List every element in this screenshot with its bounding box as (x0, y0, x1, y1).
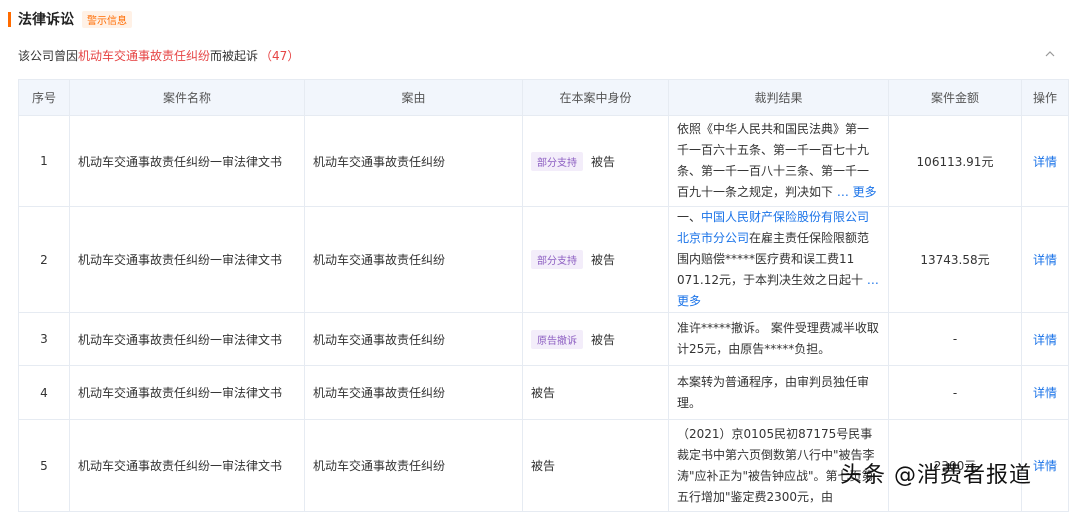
accent-bar (8, 11, 11, 27)
warning-tag: 警示信息 (82, 10, 132, 28)
detail-link[interactable]: 详情 (1033, 253, 1057, 267)
cell-amount: 13743.58元 (888, 206, 1022, 313)
cell-case-name: 机动车交通事故责任纠纷一审法律文书 (69, 365, 305, 420)
col-header-index: 序号 (18, 79, 70, 116)
chevron-up-icon[interactable] (1044, 48, 1056, 60)
cell-index: 2 (18, 206, 70, 313)
cell-amount: - (888, 312, 1022, 366)
cell-cause: 机动车交通事故责任纠纷 (304, 365, 523, 420)
cell-index: 1 (18, 115, 70, 207)
col-header-role: 在本案中身份 (522, 79, 669, 116)
col-header-case-name: 案件名称 (69, 79, 305, 116)
cell-role: 被告 (522, 365, 669, 420)
detail-link[interactable]: 详情 (1033, 459, 1057, 473)
detail-link[interactable]: 详情 (1033, 386, 1057, 400)
role-badge: 部分支持 (531, 151, 583, 171)
detail-link[interactable]: 详情 (1033, 333, 1057, 347)
cell-index: 4 (18, 365, 70, 420)
table-header-row: 序号 案件名称 案由 在本案中身份 裁判结果 案件金额 操作 (18, 79, 1069, 116)
detail-link[interactable]: 详情 (1033, 155, 1057, 169)
cell-cause: 机动车交通事故责任纠纷 (304, 115, 523, 207)
table-row: 2 机动车交通事故责任纠纷一审法律文书 机动车交通事故责任纠纷 部分支持 被告 一… (18, 206, 1069, 313)
cell-action: 详情 (1021, 206, 1069, 313)
summary-prefix: 该公司曾因 (18, 49, 79, 63)
summary-cause-link[interactable]: 机动车交通事故责任纠纷 (78, 49, 210, 63)
cell-action: 详情 (1021, 312, 1069, 366)
result-text: 准许*****撤诉。 案件受理费减半收取计25元，由原告*****负担。 (677, 321, 879, 356)
result-text: 本案转为普通程序，由审判员独任审理。 (677, 374, 870, 410)
table-row: 1 机动车交通事故责任纠纷一审法律文书 机动车交通事故责任纠纷 部分支持 被告 依… (18, 115, 1069, 207)
cell-cause: 机动车交通事故责任纠纷 (304, 206, 523, 313)
cell-index: 5 (18, 419, 70, 512)
cell-case-name: 机动车交通事故责任纠纷一审法律文书 (69, 312, 305, 366)
cell-role: 被告 (522, 419, 669, 512)
cell-case-name: 机动车交通事故责任纠纷一审法律文书 (69, 419, 305, 512)
cell-role: 部分支持 被告 (522, 115, 669, 207)
cell-amount: - (888, 365, 1022, 420)
cell-result: 依照《中华人民共和国民法典》第一千一百六十五条、第一千一百七十九条、第一千一百八… (668, 115, 889, 207)
cell-case-name: 机动车交通事故责任纠纷一审法律文书 (69, 115, 305, 207)
lawsuit-summary: 该公司曾因机动车交通事故责任纠纷而被起诉 （47） (18, 47, 299, 64)
role-badge: 部分支持 (531, 250, 583, 269)
more-link[interactable]: … 更多 (837, 185, 877, 199)
cell-role: 原告撤诉 被告 (522, 312, 669, 366)
section-header: 法律诉讼 警示信息 (8, 10, 132, 28)
cell-amount: 106113.91元 (888, 115, 1022, 207)
role-text: 被告 (591, 154, 616, 169)
col-header-cause: 案由 (304, 79, 523, 116)
col-header-result: 裁判结果 (668, 79, 889, 116)
result-prefix: 一、 (677, 210, 702, 224)
role-text: 被告 (591, 332, 616, 347)
cell-cause: 机动车交通事故责任纠纷 (304, 419, 523, 512)
cell-result: 本案转为普通程序，由审判员独任审理。 (668, 365, 889, 420)
cases-table: 序号 案件名称 案由 在本案中身份 裁判结果 案件金额 操作 1 机动车交通事故… (18, 79, 1069, 512)
summary-suffix: 而被起诉 (210, 49, 259, 63)
cell-cause: 机动车交通事故责任纠纷 (304, 312, 523, 366)
col-header-action: 操作 (1021, 79, 1069, 116)
section-title: 法律诉讼 (18, 12, 74, 28)
cell-role: 部分支持 被告 (522, 206, 669, 313)
role-text: 被告 (591, 253, 616, 267)
role-badge: 原告撤诉 (531, 329, 583, 349)
table-row: 4 机动车交通事故责任纠纷一审法律文书 机动车交通事故责任纠纷 被告 本案转为普… (18, 365, 1069, 420)
cell-action: 详情 (1021, 115, 1069, 207)
cell-result: 一、中国人民财产保险股份有限公司北京市分公司在雇主责任保险限额范围内赔偿****… (668, 206, 889, 313)
cell-index: 3 (18, 312, 70, 366)
col-header-amount: 案件金额 (888, 79, 1022, 116)
cell-action: 详情 (1021, 365, 1069, 420)
cell-result: 准许*****撤诉。 案件受理费减半收取计25元，由原告*****负担。 (668, 312, 889, 366)
table-row: 3 机动车交通事故责任纠纷一审法律文书 机动车交通事故责任纠纷 原告撤诉 被告 准… (18, 312, 1069, 366)
watermark-text: 头条 @消费者报道 (840, 463, 1032, 488)
summary-count: （47） (260, 49, 300, 63)
cell-case-name: 机动车交通事故责任纠纷一审法律文书 (69, 206, 305, 313)
